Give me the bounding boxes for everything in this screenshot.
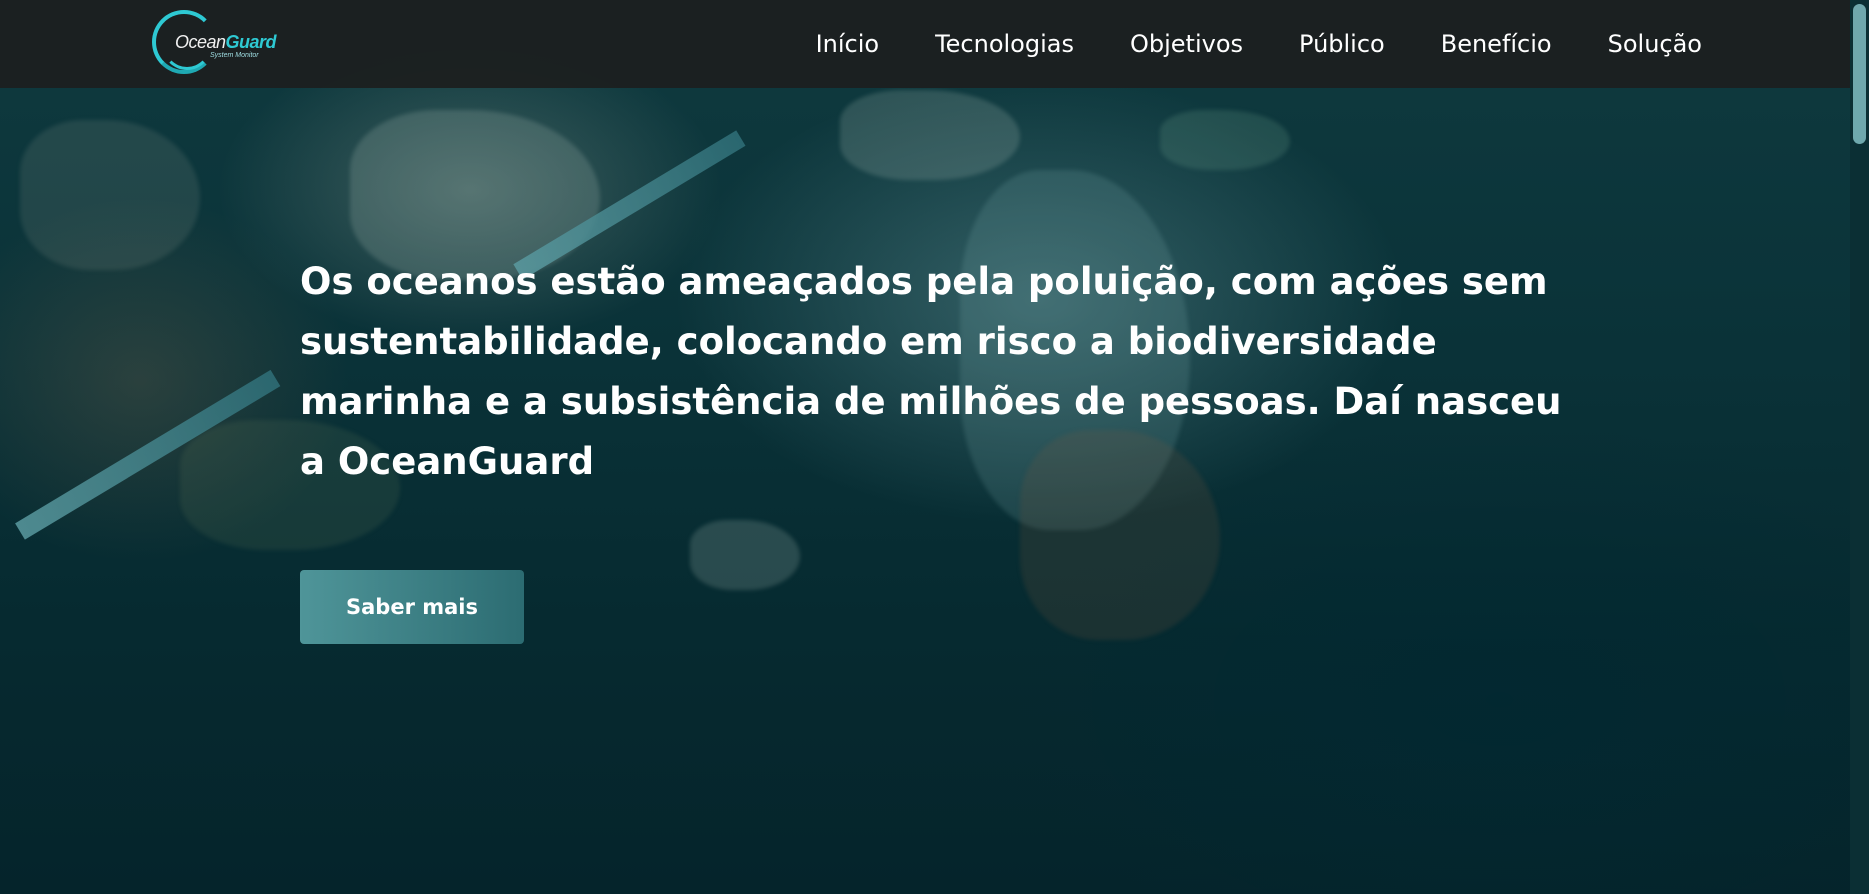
nav-link-objetivos[interactable]: Objetivos: [1130, 30, 1243, 58]
logo-text-guard: Guard: [225, 32, 277, 52]
background-debris: [1160, 110, 1290, 170]
background-debris: [690, 520, 800, 590]
main-nav: Início Tecnologias Objetivos Público Ben…: [816, 0, 1702, 88]
saber-mais-button[interactable]: Saber mais: [300, 570, 524, 644]
background-debris: [840, 90, 1020, 180]
nav-link-solucao[interactable]: Solução: [1608, 30, 1702, 58]
logo-wordmark: OceanGuard: [175, 32, 277, 53]
logo-tagline: System Monitor: [210, 52, 259, 59]
logo-text-ocean: Ocean: [175, 32, 226, 52]
page-scrollbar[interactable]: [1850, 0, 1869, 894]
nav-link-publico[interactable]: Público: [1299, 30, 1385, 58]
nav-link-beneficio[interactable]: Benefício: [1441, 30, 1552, 58]
nav-link-inicio[interactable]: Início: [816, 30, 880, 58]
background-debris: [20, 120, 200, 270]
oceanguard-logo-icon[interactable]: OceanGuard System Monitor: [152, 8, 282, 78]
page: OceanGuard System Monitor Início Tecnolo…: [0, 0, 1869, 894]
hero-headline: Os oceanos estão ameaçados pela poluição…: [300, 260, 1562, 483]
navbar: OceanGuard System Monitor Início Tecnolo…: [0, 0, 1850, 88]
nav-link-tecnologias[interactable]: Tecnologias: [935, 30, 1074, 58]
scrollbar-thumb[interactable]: [1853, 4, 1866, 144]
